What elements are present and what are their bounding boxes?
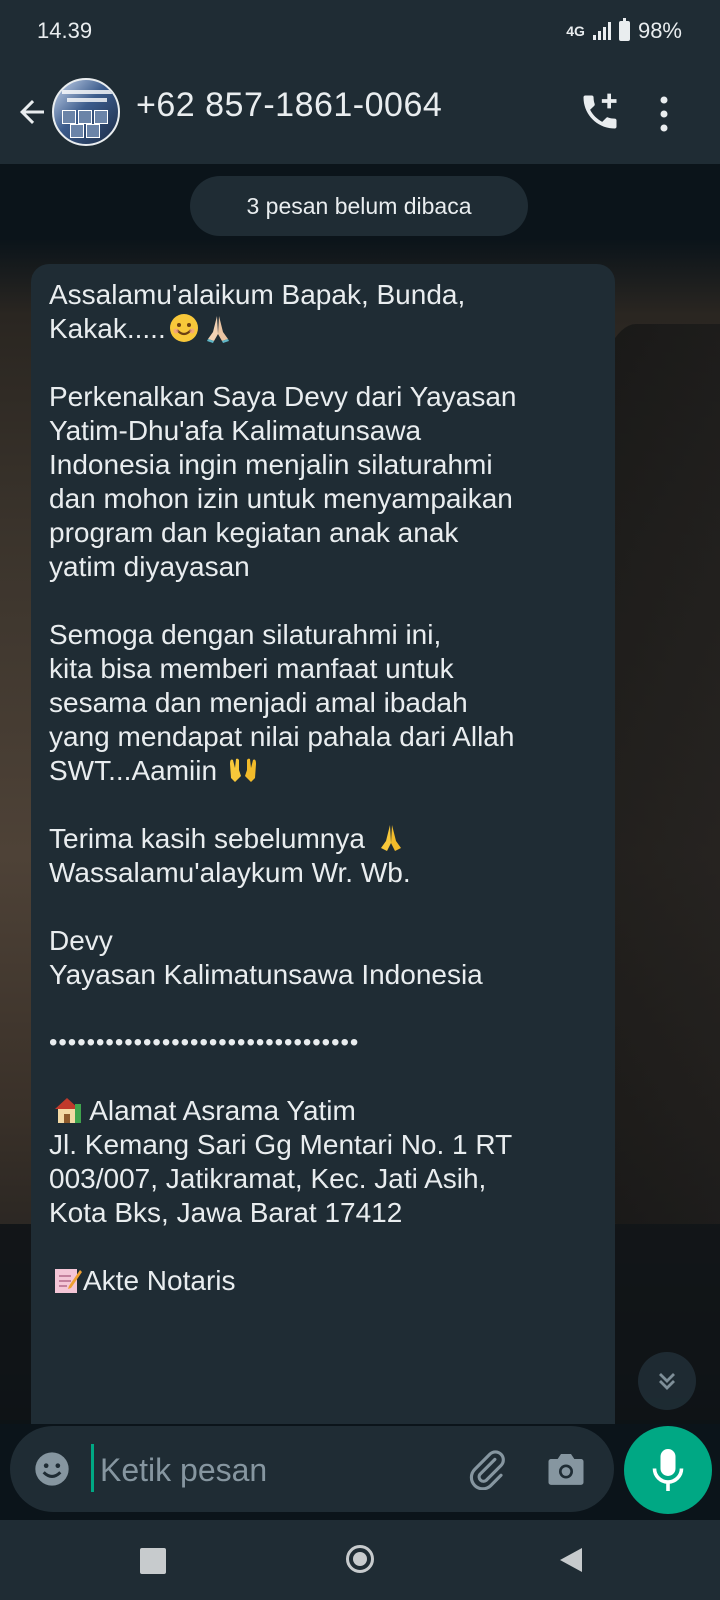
incoming-message-bubble[interactable]: Assalamu'alaikum Bapak, Bunda, Kakak....… — [31, 264, 615, 1424]
message-line: Yayasan Kalimatunsawa Indonesia — [49, 959, 483, 990]
message-line: Wassalamu'alaykum Wr. Wb. — [49, 857, 411, 888]
battery-icon — [618, 18, 630, 41]
message-line: Terima kasih sebelumnya — [49, 822, 597, 856]
arrow-left-icon[interactable] — [14, 94, 50, 130]
folded-hands-icon — [206, 316, 229, 343]
smiling-face-icon — [169, 314, 198, 342]
message-line: Kakak..... — [49, 312, 597, 346]
message-line: Kota Bks, Jawa Barat 17412 — [49, 1197, 403, 1228]
message-divider: ••••••••••••••••••••••••••••••••• — [49, 1029, 360, 1056]
message-line: yang mendapat nilai pahala dari Allah — [49, 721, 515, 752]
contact-name[interactable]: +62 857-1861-0064 — [136, 86, 442, 125]
battery-percent: 98% — [637, 18, 682, 43]
mic-icon — [652, 1449, 684, 1491]
message-line: Jl. Kemang Sari Gg Mentari No. 1 RT — [49, 1129, 513, 1160]
message-line: Devy — [49, 925, 113, 956]
message-line: kita bisa memberi manfaat untuk — [49, 653, 454, 684]
status-indicators: 4G 98% — [566, 18, 682, 44]
message-input[interactable] — [98, 1444, 432, 1496]
house-icon — [55, 1098, 81, 1123]
message-composer — [10, 1426, 614, 1512]
scroll-to-bottom-button[interactable] — [638, 1352, 696, 1410]
more-vert-icon[interactable] — [658, 94, 670, 134]
message-line: 003/007, Jatikramat, Kec. Jati Asih, — [49, 1163, 487, 1194]
chat-area[interactable]: 3 pesan belum dibaca Assalamu'alaikum Ba… — [0, 164, 720, 1424]
unread-messages-badge: 3 pesan belum dibaca — [190, 176, 528, 236]
message-line: Perkenalkan Saya Devy dari Yayasan — [49, 381, 517, 412]
recent-apps-button[interactable] — [140, 1548, 166, 1574]
camera-icon[interactable] — [546, 1450, 586, 1488]
message-line: yatim diyayasan — [49, 551, 250, 582]
message-line: dan mohon izin untuk menyampaikan — [49, 483, 513, 514]
message-line: Indonesia ingin menjalin silaturahmi — [49, 449, 493, 480]
message-line: Alamat Asrama Yatim — [49, 1094, 597, 1128]
message-line: sesama dan menjadi amal ibadah — [49, 687, 468, 718]
status-bar: 14.39 4G 98% — [0, 0, 720, 60]
message-line: Akte Notaris — [49, 1264, 597, 1298]
message-line: SWT...Aamiin — [49, 754, 597, 788]
message-line: Semoga dengan silaturahmi ini, — [49, 619, 442, 650]
text-cursor — [91, 1444, 94, 1492]
avatar[interactable] — [52, 78, 120, 146]
chat-header: +62 857-1861-0064 — [0, 60, 720, 164]
folded-hands-icon — [380, 825, 401, 851]
double-chevron-down-icon — [659, 1373, 675, 1390]
back-button[interactable] — [558, 1546, 584, 1574]
message-line: Assalamu'alaikum Bapak, Bunda, — [49, 279, 466, 310]
emoji-icon[interactable] — [32, 1449, 72, 1489]
message-line: program dan kegiatan anak anak — [49, 517, 459, 548]
voice-message-button[interactable] — [624, 1426, 712, 1514]
system-navigation-bar — [0, 1520, 720, 1600]
status-time: 14.39 — [37, 18, 93, 43]
network-type: 4G — [566, 23, 585, 39]
paperclip-icon[interactable] — [466, 1448, 508, 1490]
memo-icon — [55, 1269, 82, 1293]
phone-plus-icon[interactable] — [578, 90, 622, 134]
message-line: Yatim-Dhu'afa Kalimatunsawa — [49, 415, 422, 446]
signal-icon — [592, 22, 611, 40]
home-button[interactable] — [345, 1544, 375, 1574]
palms-up-icon — [229, 758, 256, 782]
